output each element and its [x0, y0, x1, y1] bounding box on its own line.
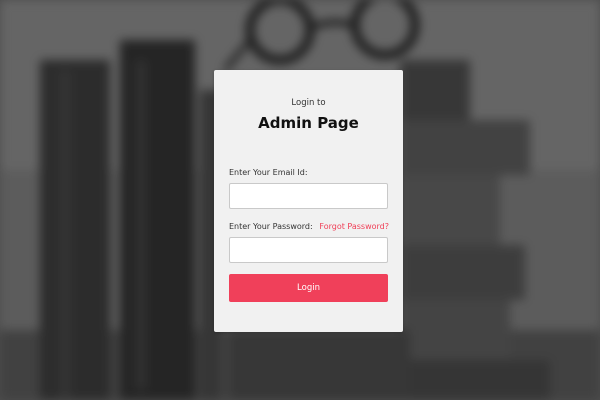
password-field[interactable]: [229, 237, 388, 263]
password-label: Enter Your Password:: [229, 222, 313, 231]
page-title: Admin Page: [258, 114, 359, 132]
login-card: Login to Admin Page Enter Your Email Id:…: [214, 70, 403, 332]
login-button[interactable]: Login: [229, 274, 388, 302]
login-subtitle: Login to: [291, 98, 326, 108]
forgot-password-link[interactable]: Forgot Password?: [319, 222, 389, 231]
email-field[interactable]: [229, 183, 388, 209]
login-page: Login to Admin Page Enter Your Email Id:…: [0, 0, 600, 400]
email-label: Enter Your Email Id:: [229, 168, 308, 177]
